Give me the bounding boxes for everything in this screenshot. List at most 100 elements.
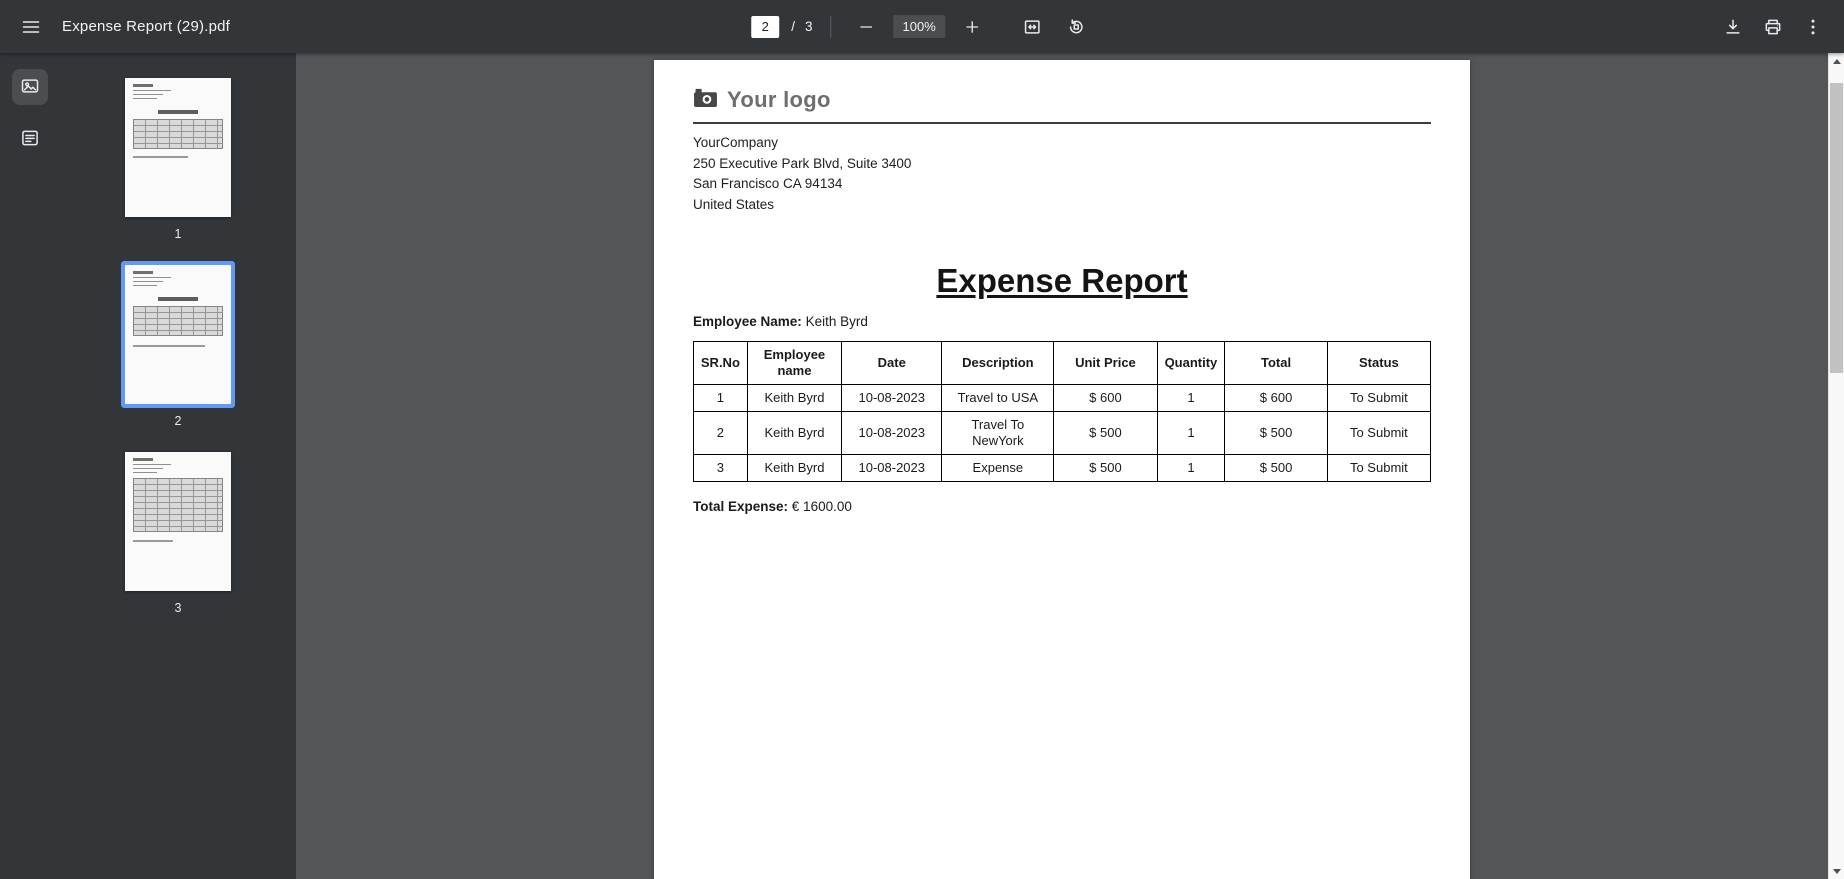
cell: To Submit [1327,385,1430,412]
col-header: Employee name [747,342,841,385]
more-options-button[interactable] [1796,10,1830,44]
cell: 10-08-2023 [842,455,942,482]
table-header-row: SR.No Employee name Date Description Uni… [694,342,1431,385]
zoom-out-button[interactable] [850,10,884,44]
mini-footer-line [133,156,188,158]
mini-text-lines [133,458,193,476]
table-row: 3 Keith Byrd 10-08-2023 Expense $ 500 1 … [694,455,1431,482]
address-line-2: San Francisco CA 94134 [693,174,1431,195]
logo-text: Your logo [727,87,831,113]
col-header: Quantity [1157,342,1225,385]
page-separator: / [791,19,795,34]
cell: $ 500 [1054,455,1157,482]
thumbnail-view-icon [20,76,40,99]
col-header: Unit Price [1054,342,1157,385]
thumbnail-preview-2 [125,265,231,404]
cell: To Submit [1327,455,1430,482]
toolbar-divider [831,16,832,38]
cell: 1 [1157,455,1225,482]
menu-button[interactable] [14,10,48,44]
cell: Keith Byrd [747,412,841,455]
company-name: YourCompany [693,133,1431,154]
scroll-down-icon [1833,869,1841,874]
outline-view-button[interactable] [12,121,48,157]
employee-line: Employee Name: Keith Byrd [693,314,1431,329]
download-button[interactable] [1716,10,1750,44]
pdf-viewport: Your logo YourCompany 250 Executive Park… [296,53,1828,879]
cell: Keith Byrd [747,455,841,482]
toolbar-center: / 3 100% [751,10,1093,44]
expense-table: SR.No Employee name Date Description Uni… [693,341,1431,482]
mini-footer-line [133,345,205,347]
thumbnail-label-3: 3 [175,601,182,615]
cell: 1 [1157,385,1225,412]
table-row: 1 Keith Byrd 10-08-2023 Travel to USA $ … [694,385,1431,412]
cell: $ 500 [1225,455,1327,482]
zoom-in-icon [963,18,981,36]
cell: $ 500 [1054,412,1157,455]
thumbnail-label-1: 1 [175,227,182,241]
scroll-down-button[interactable] [1829,863,1844,879]
download-icon [1723,17,1743,37]
scroll-up-icon [1833,59,1841,64]
thumbnail-view-button[interactable] [12,69,48,105]
thumbnail-page-2[interactable]: 2 [125,265,231,428]
cell: 2 [694,412,748,455]
col-header: SR.No [694,342,748,385]
total-expense-line: Total Expense: € 1600.00 [693,499,1431,514]
cell: Keith Byrd [747,385,841,412]
zoom-in-button[interactable] [955,10,989,44]
employee-label: Employee Name: [693,314,802,329]
outline-view-icon [20,128,40,151]
mini-text-lines [133,84,193,102]
mini-title-line [158,297,198,301]
zoom-level: 100% [894,15,945,38]
pdf-page-2: Your logo YourCompany 250 Executive Park… [654,60,1470,879]
print-icon [1763,17,1783,37]
logo-block: Your logo [693,60,1431,113]
thumbnail-page-1[interactable]: 1 [125,78,231,241]
print-button[interactable] [1756,10,1790,44]
cell: Travel to USA [942,385,1054,412]
pdf-toolbar: Expense Report (29).pdf / 3 100% [0,0,1844,53]
total-value: € 1600.00 [792,499,852,514]
cell: 10-08-2023 [842,385,942,412]
col-header: Total [1225,342,1327,385]
thumbnail-preview-3 [125,452,231,591]
header-rule [693,122,1431,124]
col-header: Description [942,342,1054,385]
cell: 1 [1157,412,1225,455]
zoom-out-icon [858,18,876,36]
thumbnail-page-3[interactable]: 3 [125,452,231,615]
page-number-input[interactable] [751,16,779,38]
thumbnail-preview-1 [125,78,231,217]
rotate-icon [1066,17,1086,37]
cell: 3 [694,455,748,482]
page-total: 3 [805,19,813,34]
scroll-up-button[interactable] [1829,53,1844,69]
fit-page-icon [1022,17,1042,37]
col-header: Date [842,342,942,385]
vertical-scrollbar[interactable] [1828,53,1844,879]
cell: 1 [694,385,748,412]
address-line-3: United States [693,195,1431,216]
scrollbar-thumb[interactable] [1830,83,1843,373]
thumbnail-panel: 1 2 3 [60,53,296,879]
mini-footer-line [133,540,173,542]
mini-text-lines [133,271,193,289]
col-header: Status [1327,342,1430,385]
toolbar-left: Expense Report (29).pdf [0,10,230,44]
fit-page-button[interactable] [1015,10,1049,44]
cell: Travel To NewYork [942,412,1054,455]
cell: 10-08-2023 [842,412,942,455]
toolbar-right [1716,10,1844,44]
total-label: Total Expense: [693,499,788,514]
table-row: 2 Keith Byrd 10-08-2023 Travel To NewYor… [694,412,1431,455]
thumbnail-label-2: 2 [175,414,182,428]
company-address: YourCompany 250 Executive Park Blvd, Sui… [693,133,1431,215]
cell: $ 600 [1054,385,1157,412]
cell: Expense [942,455,1054,482]
rotate-button[interactable] [1059,10,1093,44]
mini-table-grid [133,306,223,336]
main-area: 1 2 3 [0,53,1844,879]
